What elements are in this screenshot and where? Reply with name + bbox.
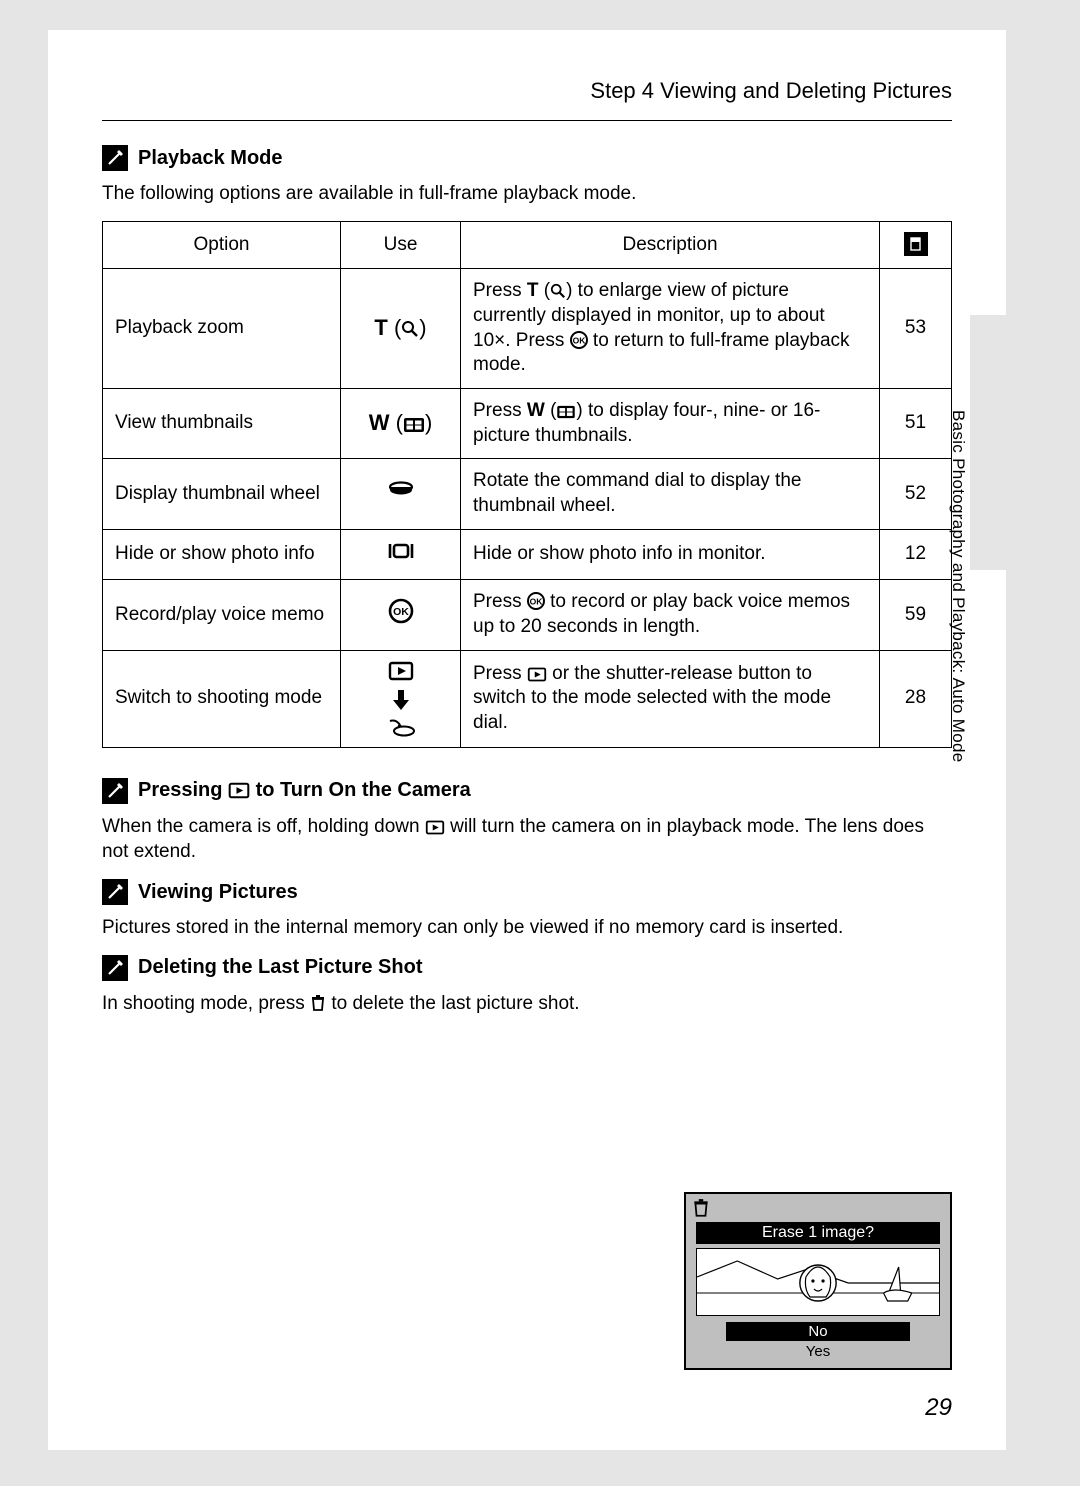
lcd-no-button[interactable]: No <box>726 1322 910 1341</box>
th-ref <box>880 221 952 269</box>
lcd-scene-illustration <box>696 1248 940 1316</box>
use-view-thumbnails: W () <box>341 389 461 459</box>
table-row: Switch to shooting mode Press or the shu… <box>103 650 952 747</box>
note-icon <box>102 145 128 171</box>
ok-button-icon: OK <box>527 592 545 610</box>
command-dial-icon <box>386 479 416 501</box>
viewing-header: Viewing Pictures <box>102 879 952 905</box>
trash-icon <box>310 994 326 1012</box>
opt-playback-zoom: Playback zoom <box>103 269 341 389</box>
header-rule <box>102 120 952 121</box>
playback-options-table: Option Use Description Playback zoom T (… <box>102 221 952 748</box>
th-description: Description <box>461 221 880 269</box>
ref-thumb-wheel: 52 <box>880 459 952 529</box>
note-icon <box>102 879 128 905</box>
step-title: Step 4 Viewing and Deleting Pictures <box>102 78 952 104</box>
table-row: Record/play voice memo OK Press OK to re… <box>103 580 952 650</box>
use-thumb-wheel <box>341 459 461 529</box>
deleting-title: Deleting the Last Picture Shot <box>138 956 422 979</box>
magnify-icon <box>401 320 419 338</box>
playback-mode-title: Playback Mode <box>138 147 283 170</box>
desc-playback-zoom: Press T () to enlarge view of picture cu… <box>461 269 880 389</box>
opt-switch-shoot: Switch to shooting mode <box>103 650 341 747</box>
lcd-preview: Erase 1 image? No Yes <box>684 1192 952 1370</box>
opt-voice-memo: Record/play voice memo <box>103 580 341 650</box>
use-playback-zoom: T () <box>341 269 461 389</box>
playback-button-icon <box>425 820 445 835</box>
use-voice-memo: OK <box>341 580 461 650</box>
table-row: View thumbnails W () Press W () to displ… <box>103 389 952 459</box>
playback-button-icon <box>527 667 547 682</box>
thumbnail-grid-icon <box>556 405 576 419</box>
display-info-icon <box>386 540 416 562</box>
pressing-header: Pressing to Turn On the Camera <box>102 778 952 804</box>
ref-voice-memo: 59 <box>880 580 952 650</box>
ok-button-icon: OK <box>570 331 588 349</box>
desc-voice-memo: Press OK to record or play back voice me… <box>461 580 880 650</box>
ref-page-icon <box>904 232 928 256</box>
pressing-body: When the camera is off, holding down wil… <box>102 814 952 865</box>
page-number: 29 <box>925 1394 952 1422</box>
note-icon <box>102 778 128 804</box>
ref-playback-zoom: 53 <box>880 269 952 389</box>
edge-tab <box>970 315 1006 570</box>
ref-view-thumbnails: 51 <box>880 389 952 459</box>
desc-switch-shoot: Press or the shutter-release button to s… <box>461 650 880 747</box>
th-option: Option <box>103 221 341 269</box>
ref-switch-shoot: 28 <box>880 650 952 747</box>
deleting-body: In shooting mode, press to delete the la… <box>102 991 642 1017</box>
opt-view-thumbnails: View thumbnails <box>103 389 341 459</box>
ref-photo-info: 12 <box>880 529 952 580</box>
playback-mode-intro: The following options are available in f… <box>102 181 952 207</box>
ok-button-icon: OK <box>388 598 414 624</box>
viewing-body: Pictures stored in the internal memory c… <box>102 915 952 941</box>
lcd-yes-button[interactable]: Yes <box>686 1343 950 1360</box>
svg-text:OK: OK <box>572 335 586 345</box>
shutter-press-icon <box>386 719 416 737</box>
lcd-trash-icon <box>686 1194 950 1222</box>
desc-view-thumbnails: Press W () to display four-, nine- or 16… <box>461 389 880 459</box>
deleting-header: Deleting the Last Picture Shot <box>102 955 952 981</box>
svg-text:OK: OK <box>529 597 543 607</box>
trash-icon <box>692 1198 710 1218</box>
svg-text:OK: OK <box>393 606 409 618</box>
table-row: Display thumbnail wheel Rotate the comma… <box>103 459 952 529</box>
use-switch-shoot <box>341 650 461 747</box>
desc-photo-info: Hide or show photo info in monitor. <box>461 529 880 580</box>
playback-button-icon <box>228 782 250 799</box>
opt-thumb-wheel: Display thumbnail wheel <box>103 459 341 529</box>
desc-thumb-wheel: Rotate the command dial to display the t… <box>461 459 880 529</box>
note-icon <box>102 955 128 981</box>
playback-mode-header: Playback Mode <box>102 145 952 171</box>
table-row: Hide or show photo info Hide or show pho… <box>103 529 952 580</box>
th-use: Use <box>341 221 461 269</box>
lcd-prompt: Erase 1 image? <box>696 1222 940 1244</box>
pressing-title: Pressing to Turn On the Camera <box>138 779 471 802</box>
magnify-icon <box>550 283 566 299</box>
use-photo-info <box>341 529 461 580</box>
table-row: Playback zoom T () Press T () to enlarge… <box>103 269 952 389</box>
viewing-title: Viewing Pictures <box>138 881 298 904</box>
page: Step 4 Viewing and Deleting Pictures Pla… <box>48 30 1006 1450</box>
opt-photo-info: Hide or show photo info <box>103 529 341 580</box>
playback-button-icon <box>388 661 414 681</box>
down-arrow-icon <box>391 689 411 711</box>
side-section-label: Basic Photography and Playback: Auto Mod… <box>948 410 968 763</box>
thumbnail-grid-icon <box>403 417 425 433</box>
